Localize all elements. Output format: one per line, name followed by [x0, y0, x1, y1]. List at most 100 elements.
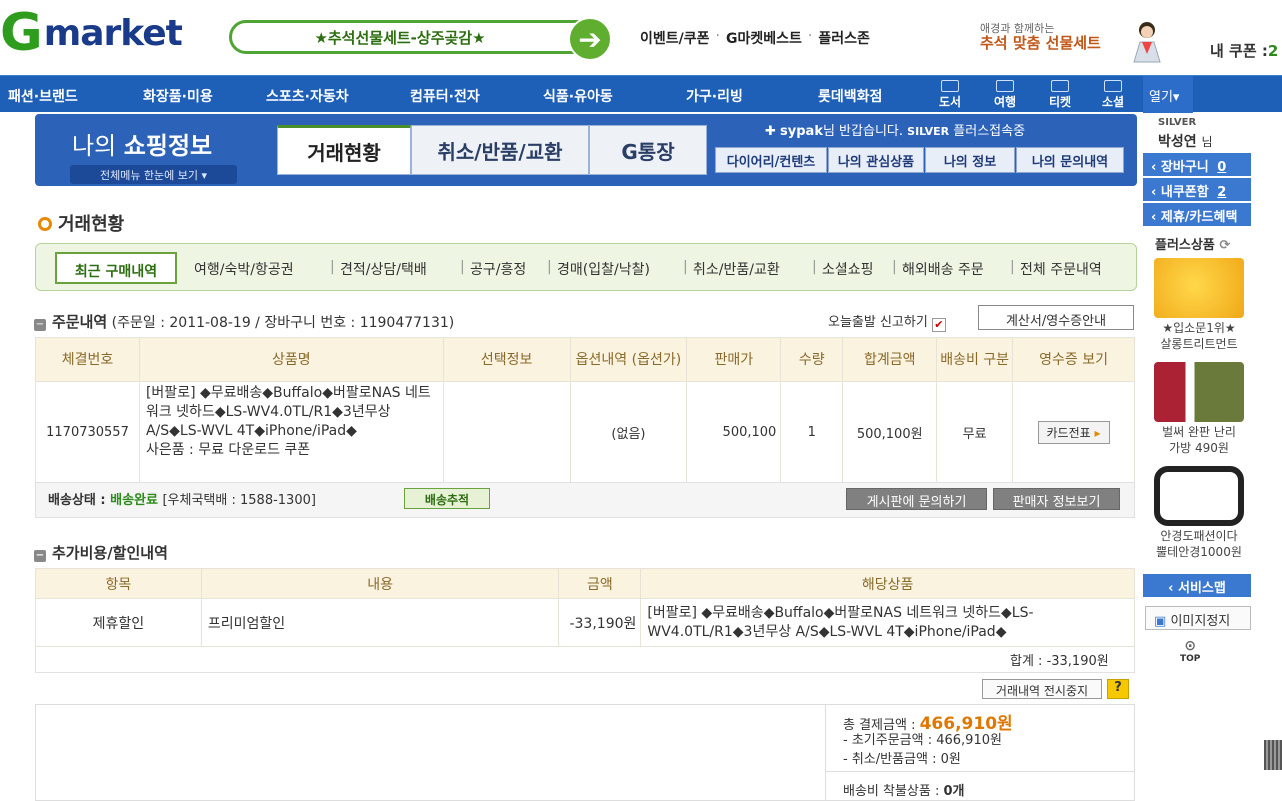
tab-my-inquiry[interactable]: 나의 문의내역	[1016, 147, 1124, 173]
col-header: 상품명	[138, 337, 444, 382]
subtab-travel[interactable]: 여행/숙박/항공권	[194, 259, 294, 279]
extra-amount: -33,190원	[558, 598, 642, 647]
total-amount: 500,100원	[842, 381, 938, 484]
link-gmarket-best[interactable]: G마켓베스트	[726, 28, 802, 48]
promo-banner[interactable]: ★추석선물세트-상주곶감★ ➔	[229, 17, 612, 61]
subtab-overseas[interactable]: 해외배송 주문	[902, 259, 984, 279]
table-header: 항목 내용 금액 해당상품	[35, 568, 1135, 599]
divider	[826, 771, 1134, 772]
side-cart[interactable]: ‹ 장바구니 0	[1143, 153, 1251, 176]
card-slip-button[interactable]: 카드전표 ▸	[1037, 421, 1110, 444]
col-header: 영수증 보기	[1012, 337, 1135, 382]
scroll-top-button[interactable]: ⊙ TOP	[1180, 638, 1200, 664]
order-section-title: − 주문내역 (주문일 : 2011-08-19 / 장바구니 번호 : 1190…	[34, 313, 455, 331]
nav-beauty[interactable]: 화장품·미용	[143, 86, 213, 106]
link-plus-zone[interactable]: 플러스존	[818, 28, 870, 48]
nav-computer[interactable]: 컴퓨터·전자	[410, 86, 480, 106]
nav-travel[interactable]: 여행	[988, 80, 1022, 110]
product-image	[1154, 466, 1244, 526]
side-product[interactable]: ★입소문1위★ 살롱트리트먼트	[1150, 258, 1248, 352]
shipping-status: 배송상태 : 배송완료 [우체국택배 : 1588-1300]	[48, 493, 316, 508]
gift-text: 사은품 : 무료 다운로드 쿠폰	[145, 442, 311, 458]
today-ship-report[interactable]: 오늘출발 신고하기 ✔	[828, 311, 946, 332]
all-menu-button[interactable]: 전체메뉴 한눈에 보기 ▾	[70, 165, 237, 184]
tab-my-info[interactable]: 나의 정보	[925, 147, 1015, 173]
extra-sum-row	[35, 645, 1135, 673]
tab-cancel-return[interactable]: 취소/반품/교환	[411, 125, 589, 175]
col-header: 배송비 구분	[936, 337, 1014, 382]
product-name[interactable]: [버팔로] ◆무료배송◆Buffalo◆버팔로NAS 네트워크 넷하드◆LS-W…	[146, 385, 431, 439]
table-row: 1170730557 [버팔로] ◆무료배송◆Buffalo◆버팔로NAS 네트…	[35, 381, 1135, 484]
extra-sum: 합계 : -33,190원	[1010, 654, 1109, 669]
link-event-coupon[interactable]: 이벤트/쿠폰	[640, 28, 710, 48]
plane-icon	[996, 80, 1014, 92]
gmarket-logo[interactable]: Gmarket	[0, 3, 205, 63]
social-icon	[1104, 80, 1122, 92]
track-shipping-button[interactable]: 배송추적	[404, 488, 490, 509]
board-inquiry-button[interactable]: 게시판에 문의하기	[846, 488, 987, 510]
nav-lotte[interactable]: 롯데백화점	[818, 86, 882, 106]
subtab-cancel[interactable]: 취소/반품/교환	[693, 259, 780, 279]
product-image	[1154, 362, 1244, 422]
ticket-icon	[1051, 80, 1069, 92]
arrow-right-icon: ▸	[1094, 426, 1101, 440]
tab-interest[interactable]: 나의 관심상품	[828, 147, 924, 173]
nav-books[interactable]: 도서	[933, 80, 967, 110]
tab-transactions[interactable]: 거래현황	[277, 125, 411, 175]
arrow-right-icon[interactable]: ➔	[568, 17, 612, 61]
order-number: 1170730557	[35, 381, 140, 484]
plus-products-title: 플러스상품 ⟳	[1155, 238, 1231, 253]
subtab-estimate[interactable]: 견적/상담/택배	[340, 259, 427, 279]
nav-fashion[interactable]: 패션·브랜드	[8, 86, 78, 106]
banner-text: ★추석선물세트-상주곶감★	[314, 28, 486, 47]
side-product[interactable]: 벌써 완판 난리 가방 490원	[1150, 362, 1248, 456]
tab-g-account[interactable]: G통장	[589, 125, 707, 175]
side-card-benefit[interactable]: ‹ 제휴/카드혜택	[1143, 203, 1251, 226]
side-coupon[interactable]: ‹ 내쿠폰함 2	[1143, 178, 1251, 201]
page-title: 거래현황	[38, 210, 124, 236]
receipt-cell: 카드전표 ▸	[1012, 381, 1135, 484]
my-coupon[interactable]: 내 쿠폰 :2	[1210, 40, 1278, 61]
subtab-recent[interactable]: 최근 구매내역	[55, 252, 177, 284]
side-grade-badge: SILVER	[1158, 117, 1197, 128]
circle-bullet-icon	[38, 217, 52, 231]
extra-cost-title: − 추가비용/할인내역	[34, 544, 168, 562]
service-map-button[interactable]: ‹ 서비스맵	[1143, 574, 1251, 597]
subtab-group[interactable]: 공구/흥정	[470, 259, 526, 279]
nav-social[interactable]: 소셜	[1096, 80, 1130, 110]
hide-transaction-button[interactable]: 거래내역 전시중지	[982, 679, 1102, 699]
extra-content: 프리미엄할인	[200, 598, 560, 647]
extra-item: 제휴할인	[35, 598, 202, 647]
quantity: 1	[780, 381, 844, 484]
side-product[interactable]: 안경도패션이다 뿔테안경1000원	[1150, 466, 1248, 560]
book-icon	[941, 80, 959, 92]
price: 500,100	[686, 381, 782, 484]
category-nav: 패션·브랜드 화장품·미용 스포츠·자동차 컴퓨터·전자 식품·유아동 가구·리…	[0, 75, 1282, 113]
total-breakdown: - 초기주문금액 : 466,910원 - 취소/반품금액 : 0원	[843, 733, 1002, 767]
subtab-social[interactable]: 소셜쇼핑	[822, 259, 874, 279]
receipt-guide-button[interactable]: 계산서/영수증안내	[978, 305, 1134, 330]
nav-food[interactable]: 식품·유아동	[543, 86, 613, 106]
extra-cost-table: 항목 내용 금액 해당상품 제휴할인 프리미엄할인 -33,190원 [버팔로]…	[35, 568, 1135, 647]
select-info	[442, 381, 571, 484]
promo-ad[interactable]: 애경과 함께하는 추석 맞춤 선물세트	[980, 22, 1120, 51]
minus-icon[interactable]: −	[34, 550, 46, 562]
minus-icon[interactable]: −	[34, 319, 46, 331]
image-stop-button[interactable]: ▣ 이미지정지	[1145, 606, 1251, 630]
subtab-all[interactable]: 전체 주문내역	[1020, 259, 1102, 279]
checkbox[interactable]: ✔	[931, 318, 946, 332]
col-header: 체결번호	[35, 337, 140, 382]
seller-info-button[interactable]: 판매자 정보보기	[993, 488, 1120, 510]
nav-furniture[interactable]: 가구·리빙	[686, 86, 743, 106]
nav-open-more[interactable]: 열기▾	[1143, 76, 1193, 113]
col-header: 내용	[200, 568, 560, 599]
top-links: 이벤트/쿠폰 · G마켓베스트 · 플러스존	[640, 28, 870, 48]
nav-ticket[interactable]: 티켓	[1043, 80, 1077, 110]
subtab-auction[interactable]: 경매(입찰/낙찰)	[557, 259, 650, 279]
table-header: 체결번호 상품명 선택정보 옵션내역 (옵션가) 판매가 수량 합계금액 배송비…	[35, 337, 1135, 382]
help-icon[interactable]: ?	[1107, 679, 1129, 699]
col-header: 합계금액	[842, 337, 938, 382]
nav-sports[interactable]: 스포츠·자동차	[266, 86, 349, 106]
tab-diary[interactable]: 다이어리/컨텐츠	[715, 147, 827, 173]
product-image	[1154, 258, 1244, 318]
